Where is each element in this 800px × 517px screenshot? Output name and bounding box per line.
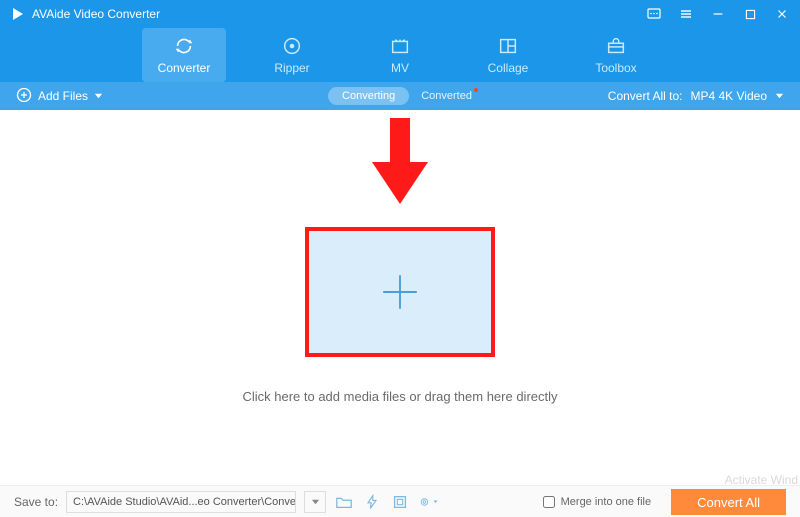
chevron-down-icon [94, 89, 103, 103]
gpu-icon[interactable] [390, 492, 410, 512]
annotation-arrow-icon [372, 118, 428, 209]
main-nav: Converter Ripper MV Collage Toolbox [0, 28, 800, 82]
tab-toolbox-label: Toolbox [595, 61, 636, 75]
plus-icon [379, 271, 421, 313]
lightning-icon[interactable] [362, 492, 382, 512]
toolbox-icon [605, 35, 627, 57]
tab-mv-label: MV [391, 61, 409, 75]
add-files-button[interactable]: Add Files [16, 87, 103, 106]
save-path-field[interactable]: C:\AVAide Studio\AVAid...eo Converter\Co… [66, 491, 296, 513]
tab-converter-label: Converter [158, 61, 211, 75]
merge-label: Merge into one file [561, 496, 652, 508]
app-title: AVAide Video Converter [32, 7, 160, 21]
minimize-icon[interactable] [710, 6, 726, 22]
notification-dot-icon [474, 88, 478, 92]
feedback-icon[interactable] [646, 6, 662, 22]
settings-gear-icon[interactable] [418, 492, 438, 512]
main-drop-area: Click here to add media files or drag th… [0, 110, 800, 485]
plus-circle-icon [16, 87, 32, 106]
app-logo: AVAide Video Converter [10, 6, 160, 22]
close-icon[interactable] [774, 6, 790, 22]
format-value: MP4 4K Video [691, 89, 768, 103]
merge-checkbox-input[interactable] [543, 496, 555, 508]
maximize-icon[interactable] [742, 6, 758, 22]
footer-bar: Save to: C:\AVAide Studio\AVAid...eo Con… [0, 485, 800, 517]
ripper-icon [281, 35, 303, 57]
tab-mv[interactable]: MV [358, 28, 442, 82]
tab-converter[interactable]: Converter [142, 28, 226, 82]
window-controls [646, 6, 790, 22]
app-logo-icon [10, 6, 26, 22]
merge-checkbox[interactable]: Merge into one file [543, 496, 652, 508]
add-media-dropzone[interactable] [305, 227, 495, 357]
save-to-label: Save to: [14, 495, 58, 509]
tab-collage[interactable]: Collage [466, 28, 550, 82]
collage-icon [497, 35, 519, 57]
status-toggle: Converting Converted [328, 87, 472, 105]
tab-collage-label: Collage [488, 61, 529, 75]
tab-ripper[interactable]: Ripper [250, 28, 334, 82]
menu-icon[interactable] [678, 6, 694, 22]
convert-all-label: Convert All to: [608, 89, 683, 103]
chevron-down-icon [775, 89, 784, 103]
format-dropdown[interactable]: MP4 4K Video [691, 89, 785, 103]
toolbar: Add Files Converting Converted Convert A… [0, 82, 800, 110]
open-folder-icon[interactable] [334, 492, 354, 512]
tab-ripper-label: Ripper [274, 61, 309, 75]
title-bar: AVAide Video Converter [0, 0, 800, 28]
convert-all-format: Convert All to: MP4 4K Video [608, 89, 784, 103]
converting-tab[interactable]: Converting [328, 87, 409, 105]
converter-icon [173, 35, 195, 57]
convert-all-button[interactable]: Convert All [671, 489, 786, 515]
drop-instruction-text: Click here to add media files or drag th… [242, 389, 557, 404]
converted-tab[interactable]: Converted [421, 90, 472, 102]
add-files-label: Add Files [38, 89, 88, 103]
tab-toolbox[interactable]: Toolbox [574, 28, 658, 82]
mv-icon [389, 35, 411, 57]
save-path-dropdown[interactable] [304, 491, 326, 513]
